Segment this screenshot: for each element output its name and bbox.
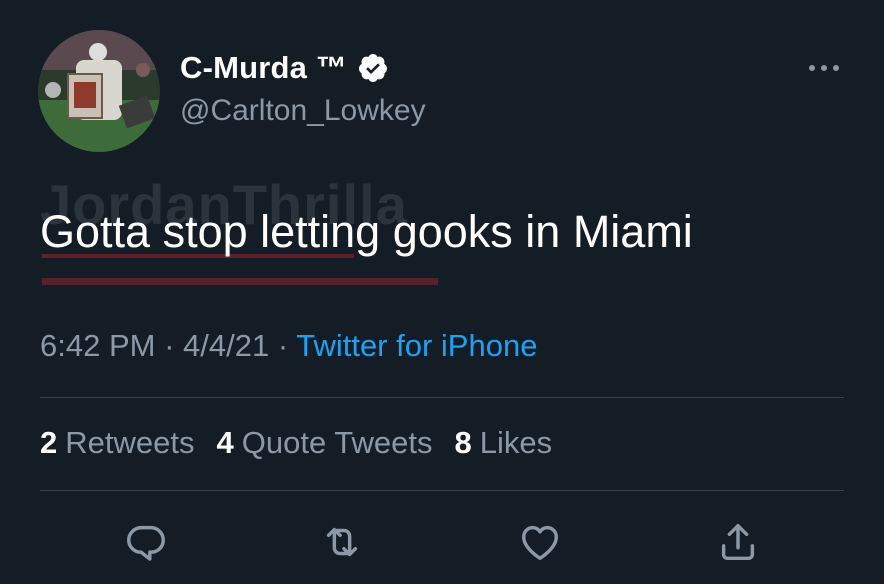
divider — [40, 490, 844, 491]
meta-separator: · — [155, 328, 184, 363]
tweet-meta: 6:42 PM · 4/4/21 · Twitter for iPhone — [40, 328, 537, 364]
tweet-source-link[interactable]: Twitter for iPhone — [296, 328, 537, 363]
author-display-name[interactable]: C-Murda ™ — [180, 50, 347, 86]
tweet-time[interactable]: 6:42 PM — [40, 328, 155, 363]
avatar-photo — [38, 30, 160, 152]
reply-icon — [127, 525, 165, 561]
likes-stat[interactable]: 8 Likes — [454, 425, 552, 461]
meta-separator: · — [269, 328, 297, 363]
tweet-card: C-Murda ™ @Carlton_Lowkey JordanThrilla … — [0, 0, 884, 584]
retweets-count: 2 — [40, 425, 58, 460]
quote-tweets-stat[interactable]: 4 Quote Tweets — [216, 425, 432, 461]
tweet-stats: 2 Retweets 4 Quote Tweets 8 Likes — [40, 425, 552, 461]
share-icon — [721, 523, 755, 561]
like-button[interactable] — [514, 516, 566, 568]
more-icon[interactable] — [804, 56, 844, 80]
divider — [40, 397, 844, 398]
tweet-date[interactable]: 4/4/21 — [183, 328, 269, 363]
verified-badge-icon — [359, 54, 388, 82]
quote-tweets-count: 4 — [216, 425, 234, 460]
share-button[interactable] — [712, 516, 764, 568]
avatar[interactable] — [38, 30, 160, 152]
text-underline-mark — [42, 278, 438, 285]
likes-label: Likes — [479, 425, 553, 460]
likes-count: 8 — [454, 425, 472, 460]
retweets-label: Retweets — [65, 425, 195, 460]
retweets-stat[interactable]: 2 Retweets — [40, 425, 194, 461]
heart-icon — [521, 525, 559, 561]
reply-button[interactable] — [120, 516, 172, 568]
retweet-button[interactable] — [316, 516, 368, 568]
retweet-icon — [326, 527, 358, 557]
author-handle[interactable]: @Carlton_Lowkey — [180, 94, 426, 128]
quote-tweets-label: Quote Tweets — [241, 425, 433, 460]
action-bar — [0, 516, 884, 568]
tweet-text: Gotta stop letting gooks in Miami — [40, 206, 693, 257]
